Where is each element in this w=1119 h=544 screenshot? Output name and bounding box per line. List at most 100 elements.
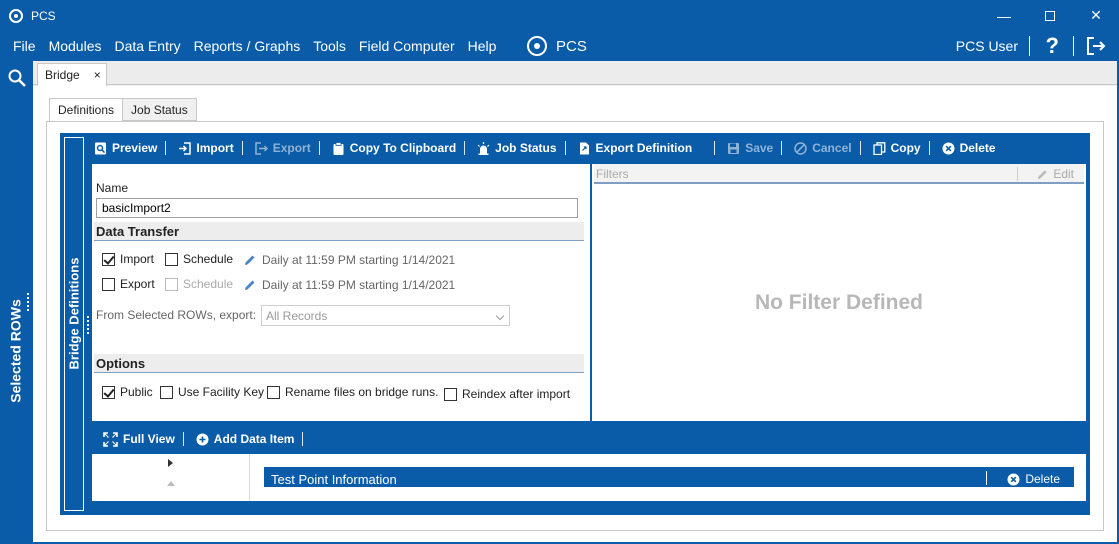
export-schedule-link[interactable]: Daily at 11:59 PM starting 1/14/2021 [244,278,455,292]
delete-icon [1007,473,1020,485]
menu-data-entry[interactable]: Data Entry [114,38,180,54]
name-label: Name [96,181,129,195]
resize-grip[interactable] [87,316,90,334]
window-controls: — ✕ [981,0,1119,31]
cancel-label: Cancel [812,141,852,155]
export-schedule-label: Schedule [183,277,234,291]
export-schedule-checkbox[interactable]: Schedule [165,277,233,291]
selected-rows-panel[interactable]: Selected ROWs [0,61,33,544]
public-label: Public [120,385,153,399]
preview-icon [95,142,106,154]
export-from-label: From Selected ROWs, export: [96,308,257,322]
cancel-icon [794,141,807,155]
pencil-icon [1038,169,1047,179]
user-name[interactable]: PCS User [956,38,1018,54]
menu-tools[interactable]: Tools [313,38,346,54]
delete-section-button[interactable]: Delete [1007,472,1060,486]
public-checkbox[interactable]: Public [102,385,153,399]
document-tab-bar: Bridge × [33,61,1117,86]
import-schedule-checkbox[interactable]: Schedule [165,252,233,266]
help-icon[interactable]: ? [1046,33,1059,59]
toolbar-divider [781,141,783,155]
tab-bridge[interactable]: Bridge × [37,63,107,86]
menu-field-computer[interactable]: Field Computer [359,38,455,54]
menu-help[interactable]: Help [468,38,497,54]
import-checkbox[interactable]: Import [102,252,154,266]
import-button[interactable]: Import [166,135,241,161]
brand: PCS [527,31,587,61]
divider [1017,167,1018,181]
import-checkbox-label: Import [120,252,155,266]
reindex-checkbox[interactable]: Reindex after import [444,387,570,401]
export-label: Export [272,141,311,155]
preview-button[interactable]: Preview [91,135,165,161]
resize-grip[interactable] [27,293,30,311]
import-schedule-text: Daily at 11:59 PM starting 1/14/2021 [262,253,456,267]
tab-definitions[interactable]: Definitions [49,98,124,122]
rename-files-checkbox[interactable]: Rename files on bridge runs. [267,385,438,399]
edit-filter-button[interactable]: Edit [1037,167,1074,181]
save-label: Save [745,141,774,155]
app-logo-icon [9,8,23,23]
toolbar-divider [859,141,861,155]
sub-tabs: Definitions Job Status [49,98,197,122]
cancel-button[interactable]: Cancel [782,135,859,161]
window-title: PCS [31,8,56,23]
add-circle-icon [196,433,209,445]
scroll-up-icon[interactable] [167,481,175,486]
tab-job-status[interactable]: Job Status [122,98,197,121]
add-data-item-label: Add Data Item [213,432,295,446]
name-input[interactable] [96,198,578,218]
export-checkbox[interactable]: Export [102,277,155,291]
edit-filter-label: Edit [1053,167,1074,181]
copy-button[interactable]: Copy [861,135,929,161]
expand-arrow-icon[interactable] [168,459,173,467]
import-label: Import [196,141,234,155]
export-checkbox-label: Export [120,277,155,291]
import-schedule-link[interactable]: Daily at 11:59 PM starting 1/14/2021 [244,253,455,267]
menu-reports-graphs[interactable]: Reports / Graphs [194,38,301,54]
minimize-button[interactable]: — [981,0,1027,31]
copy-icon [872,141,886,155]
add-data-item-button[interactable]: Add Data Item [184,426,303,452]
checkbox-box [444,387,457,401]
checkbox-box [165,277,178,291]
job-status-button[interactable]: Job Status [465,135,564,161]
delete-button[interactable]: Delete [930,135,1004,161]
export-definition-button[interactable]: Export Definition [566,135,701,161]
brand-name: PCS [556,37,587,55]
checkbox-box [102,385,115,399]
divider [1073,36,1074,56]
divider [1029,36,1030,56]
close-button[interactable]: ✕ [1073,0,1119,31]
full-view-button[interactable]: Full View [91,426,183,452]
maximize-button[interactable] [1027,0,1073,31]
bridge-definitions-strip[interactable]: Bridge Definitions [64,137,89,511]
filters-title: Filters [596,167,629,181]
menu-modules[interactable]: Modules [49,38,102,54]
filters-panel: Filters Edit No Filter Defined [592,164,1086,421]
copy-to-clipboard-button[interactable]: Copy To Clipboard [320,135,464,161]
definition-form: Name Data Transfer Import Schedule [92,164,590,421]
pencil-icon [245,280,255,290]
app-window: PCS — ✕ File Modules Data Entry Reports … [0,0,1119,544]
toolbar-divider [302,432,304,446]
section-title: Test Point Information [271,472,397,487]
logout-icon[interactable] [1085,35,1107,57]
save-button[interactable]: Save [715,135,781,161]
facility-key-checkbox[interactable]: Use Facility Key [160,385,264,399]
close-tab-icon[interactable]: × [94,68,101,82]
menu-file[interactable]: File [13,38,36,54]
export-button[interactable]: Export [243,135,319,161]
search-icon[interactable] [8,69,26,87]
data-items-nav [92,454,250,501]
menu-bar: File Modules Data Entry Reports / Graphs… [0,31,1119,61]
delete-label: Delete [959,141,996,155]
checkbox-box [267,385,280,399]
checkbox-box [102,252,115,266]
export-records-select[interactable]: All Records [261,305,510,326]
alarm-light-icon [477,141,490,155]
job-status-label: Job Status [495,141,557,155]
checkbox-box [165,252,178,266]
full-view-label: Full View [123,432,175,446]
